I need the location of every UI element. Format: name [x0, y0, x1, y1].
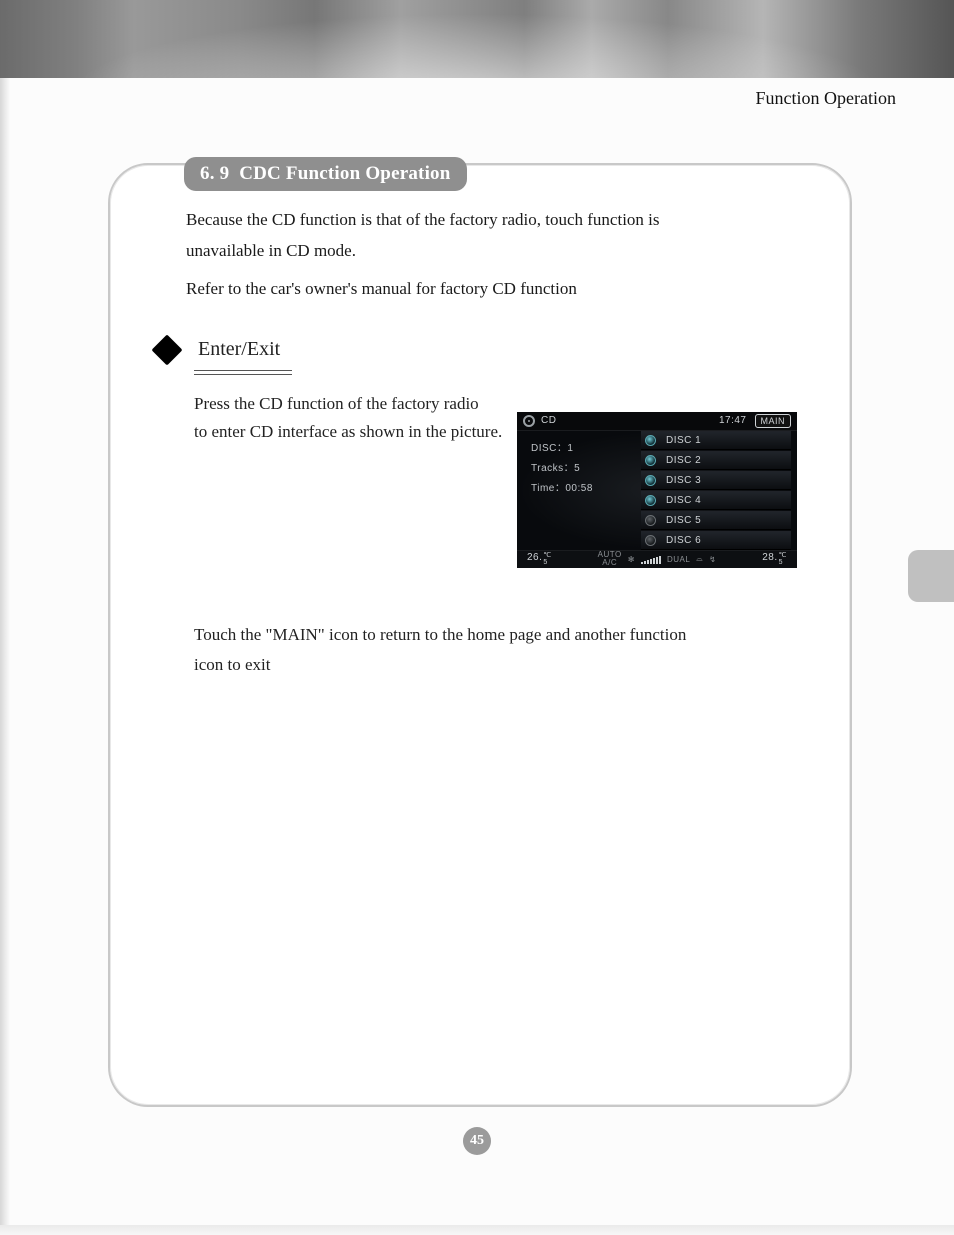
- sc-temp-right: 28.℃5: [762, 552, 787, 566]
- sc-time-label: Time：: [531, 483, 565, 494]
- disc-status-icon: [645, 495, 656, 506]
- disc-row[interactable]: DISC 5: [641, 511, 791, 530]
- sc-mode-label: CD: [541, 415, 556, 426]
- sc-climate-center: AUTOA/C ✻ DUAL ⌓ ↯: [598, 551, 717, 567]
- sc-body: DISC：1 Tracks：5 Time：00:58 DISC 1 DISC 2…: [517, 431, 797, 550]
- disc-row[interactable]: DISC 1: [641, 431, 791, 450]
- sc-climate-bar: 26.℃5 AUTOA/C ✻ DUAL ⌓ ↯ 28.℃5: [517, 550, 797, 569]
- double-underline: [194, 370, 292, 375]
- defrost-icon: ⌓: [696, 554, 703, 564]
- disc-label: DISC 6: [666, 535, 701, 546]
- page-bottom-shadow: [0, 1225, 954, 1235]
- disc-status-icon: [645, 515, 656, 526]
- diamond-bullet-icon: [151, 334, 182, 365]
- page-number: 45: [0, 1127, 954, 1155]
- disc-label: DISC 5: [666, 515, 701, 526]
- page-number-badge: 45: [463, 1127, 491, 1155]
- intro-line: Because the CD function is that of the f…: [186, 205, 816, 235]
- sc-temp-left: 26.℃5: [527, 552, 552, 566]
- intro-paragraph: Because the CD function is that of the f…: [186, 205, 816, 305]
- fan-bars-icon: [641, 555, 661, 564]
- airflow-icon: ↯: [709, 555, 716, 564]
- sc-disc-value: 1: [567, 443, 573, 454]
- sc-disc-label: DISC：: [531, 443, 567, 454]
- section-number: 6. 9: [200, 163, 229, 184]
- sc-status-bar: CD 17:47 MAIN: [517, 412, 797, 431]
- side-thumb-tab: [908, 550, 954, 602]
- disc-label: DISC 3: [666, 475, 701, 486]
- section-title: CDC Function Operation: [239, 163, 450, 184]
- disc-label: DISC 1: [666, 435, 701, 446]
- subsection-heading: Enter/Exit: [156, 338, 280, 361]
- text-line: Touch the "MAIN" icon to return to the h…: [194, 620, 794, 650]
- disc-row[interactable]: DISC 4: [641, 491, 791, 510]
- sc-disc-list: DISC 1 DISC 2 DISC 3 DISC 4 DISC 5 DISC …: [641, 431, 797, 550]
- disc-status-icon: [645, 455, 656, 466]
- disc-row[interactable]: DISC 6: [641, 531, 791, 550]
- disc-row[interactable]: DISC 3: [641, 471, 791, 490]
- sc-clock: 17:47: [719, 415, 747, 426]
- sc-tracks-label: Tracks：: [531, 463, 574, 474]
- disc-row[interactable]: DISC 2: [641, 451, 791, 470]
- disc-status-icon: [645, 535, 656, 546]
- disc-label: DISC 2: [666, 455, 701, 466]
- sc-time-value: 00:58: [565, 483, 593, 494]
- snowflake-icon: ✻: [628, 555, 635, 564]
- disc-label: DISC 4: [666, 495, 701, 506]
- sc-tracks-value: 5: [574, 463, 580, 474]
- disc-status-icon: [645, 475, 656, 486]
- main-button[interactable]: MAIN: [755, 414, 792, 428]
- page-left-shadow: [0, 78, 10, 1235]
- cd-icon: [523, 415, 535, 427]
- page-category-label: Function Operation: [756, 88, 896, 109]
- disc-status-icon: [645, 435, 656, 446]
- sc-info-panel: DISC：1 Tracks：5 Time：00:58: [517, 431, 641, 550]
- subsection-paragraph-2: Touch the "MAIN" icon to return to the h…: [194, 620, 794, 680]
- section-heading-pill: 6. 9 CDC Function Operation: [184, 157, 467, 191]
- intro-line: unavailable in CD mode.: [186, 236, 816, 266]
- cd-interface-screenshot: CD 17:47 MAIN DISC：1 Tracks：5 Time：00:58…: [517, 412, 797, 568]
- subsection-title: Enter/Exit: [198, 338, 280, 361]
- header-banner: [0, 0, 954, 78]
- manual-page: Function Operation 6. 9 CDC Function Ope…: [0, 0, 954, 1235]
- text-line: icon to exit: [194, 650, 794, 680]
- intro-line: Refer to the car's owner's manual for fa…: [186, 274, 816, 304]
